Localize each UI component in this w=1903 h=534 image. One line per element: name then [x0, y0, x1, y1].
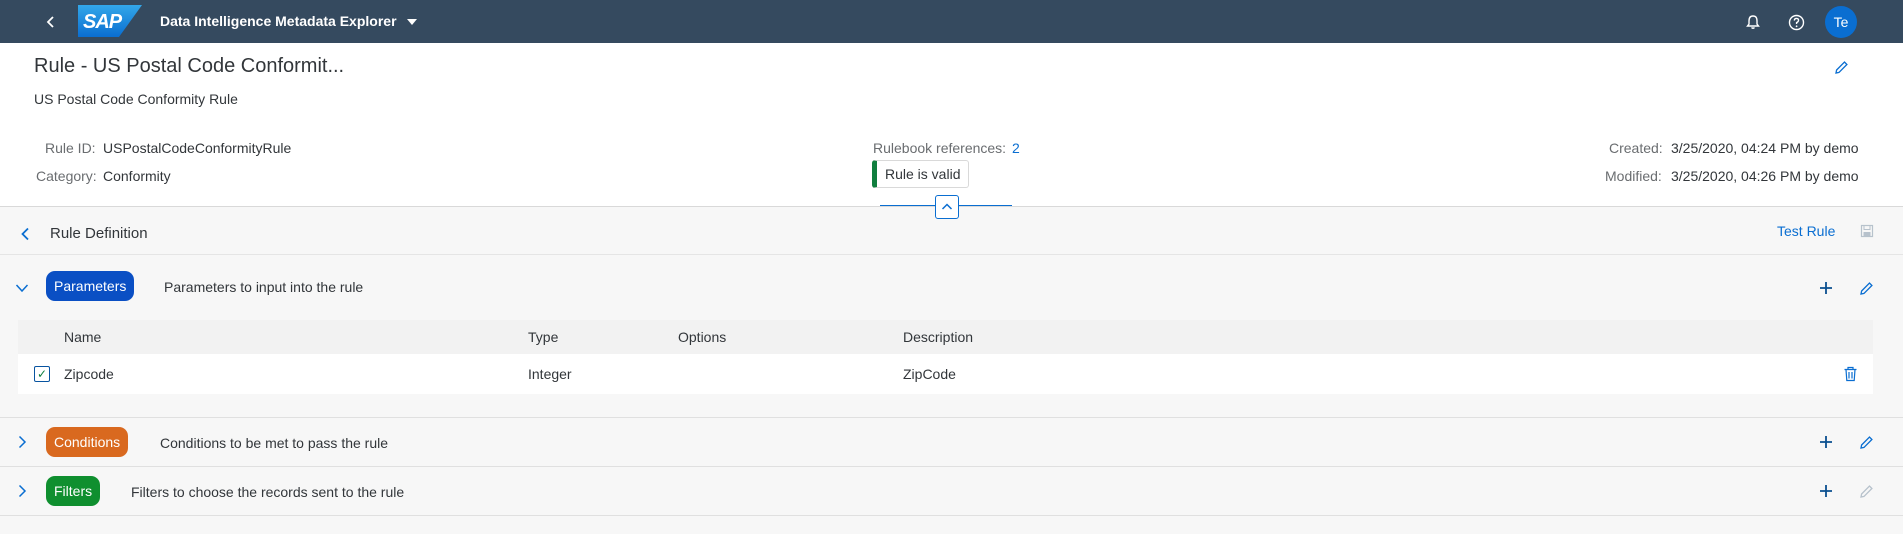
bell-icon[interactable] [1742, 11, 1764, 33]
back-icon[interactable] [16, 224, 36, 244]
category-value: Conformity [103, 168, 171, 184]
page-subtitle: US Postal Code Conformity Rule [34, 91, 238, 107]
conditions-description: Conditions to be met to pass the rule [160, 435, 389, 451]
chevron-down-icon[interactable] [403, 13, 421, 31]
save-icon[interactable] [1857, 221, 1877, 241]
shell-bar: SAP Data Intelligence Metadata Explorer … [0, 0, 1903, 43]
add-parameter-button[interactable] [1815, 277, 1837, 299]
section-divider [0, 417, 1903, 418]
modified-value: 3/25/2020, 04:26 PM by demo [1671, 168, 1859, 184]
user-avatar[interactable]: Te [1825, 6, 1857, 38]
help-icon[interactable] [1785, 11, 1807, 33]
parameters-pill: Parameters [46, 271, 135, 301]
object-header: Rule - US Postal Code Conformit... US Po… [0, 43, 1903, 207]
filters-description: Filters to choose the records sent to th… [131, 484, 405, 500]
column-header-options[interactable]: Options [678, 329, 726, 345]
add-condition-button[interactable] [1815, 431, 1837, 453]
category-label: Category: [36, 168, 97, 184]
conditions-pill: Conditions [46, 427, 129, 457]
row-checkbox[interactable]: ✓ [34, 366, 50, 382]
rulebook-references-link[interactable]: 2 [1012, 140, 1020, 156]
modified-label: Modified: [1605, 168, 1662, 184]
page-title: Rule - US Postal Code Conformit... [34, 55, 345, 77]
column-header-type[interactable]: Type [528, 329, 558, 345]
delete-icon[interactable] [1839, 363, 1861, 385]
rulebook-references-label: Rulebook references: [873, 140, 1007, 156]
cell-name: Zipcode [64, 366, 114, 382]
section-title: Rule Definition [50, 225, 148, 242]
created-label: Created: [1609, 140, 1663, 156]
column-header-name[interactable]: Name [64, 329, 101, 345]
status-badge: Rule is valid [872, 160, 970, 188]
chevron-down-icon[interactable] [12, 278, 32, 298]
app-title[interactable]: Data Intelligence Metadata Explorer [160, 13, 397, 29]
column-header-description[interactable]: Description [903, 329, 973, 345]
add-filter-button[interactable] [1815, 480, 1837, 502]
chevron-right-icon[interactable] [12, 432, 32, 452]
chevron-right-icon[interactable] [12, 481, 32, 501]
section-divider [0, 515, 1903, 516]
edit-filters-icon[interactable] [1855, 480, 1877, 502]
cell-type: Integer [528, 366, 572, 382]
filters-pill: Filters [46, 476, 101, 506]
cell-description: ZipCode [903, 366, 956, 382]
edit-conditions-icon[interactable] [1855, 431, 1877, 453]
created-value: 3/25/2020, 04:24 PM by demo [1671, 140, 1859, 156]
back-icon[interactable] [40, 11, 62, 33]
parameters-description: Parameters to input into the rule [164, 279, 364, 295]
rule-id-label: Rule ID: [45, 140, 96, 156]
edit-icon[interactable] [1830, 56, 1852, 78]
rule-definition-bar: Rule Definition Test Rule [0, 212, 1903, 255]
sap-logo[interactable]: SAP [78, 5, 142, 37]
section-divider [0, 466, 1903, 467]
test-rule-button[interactable]: Test Rule [1777, 223, 1835, 239]
edit-parameters-icon[interactable] [1855, 277, 1877, 299]
rule-id-value: USPostalCodeConformityRule [103, 140, 292, 156]
